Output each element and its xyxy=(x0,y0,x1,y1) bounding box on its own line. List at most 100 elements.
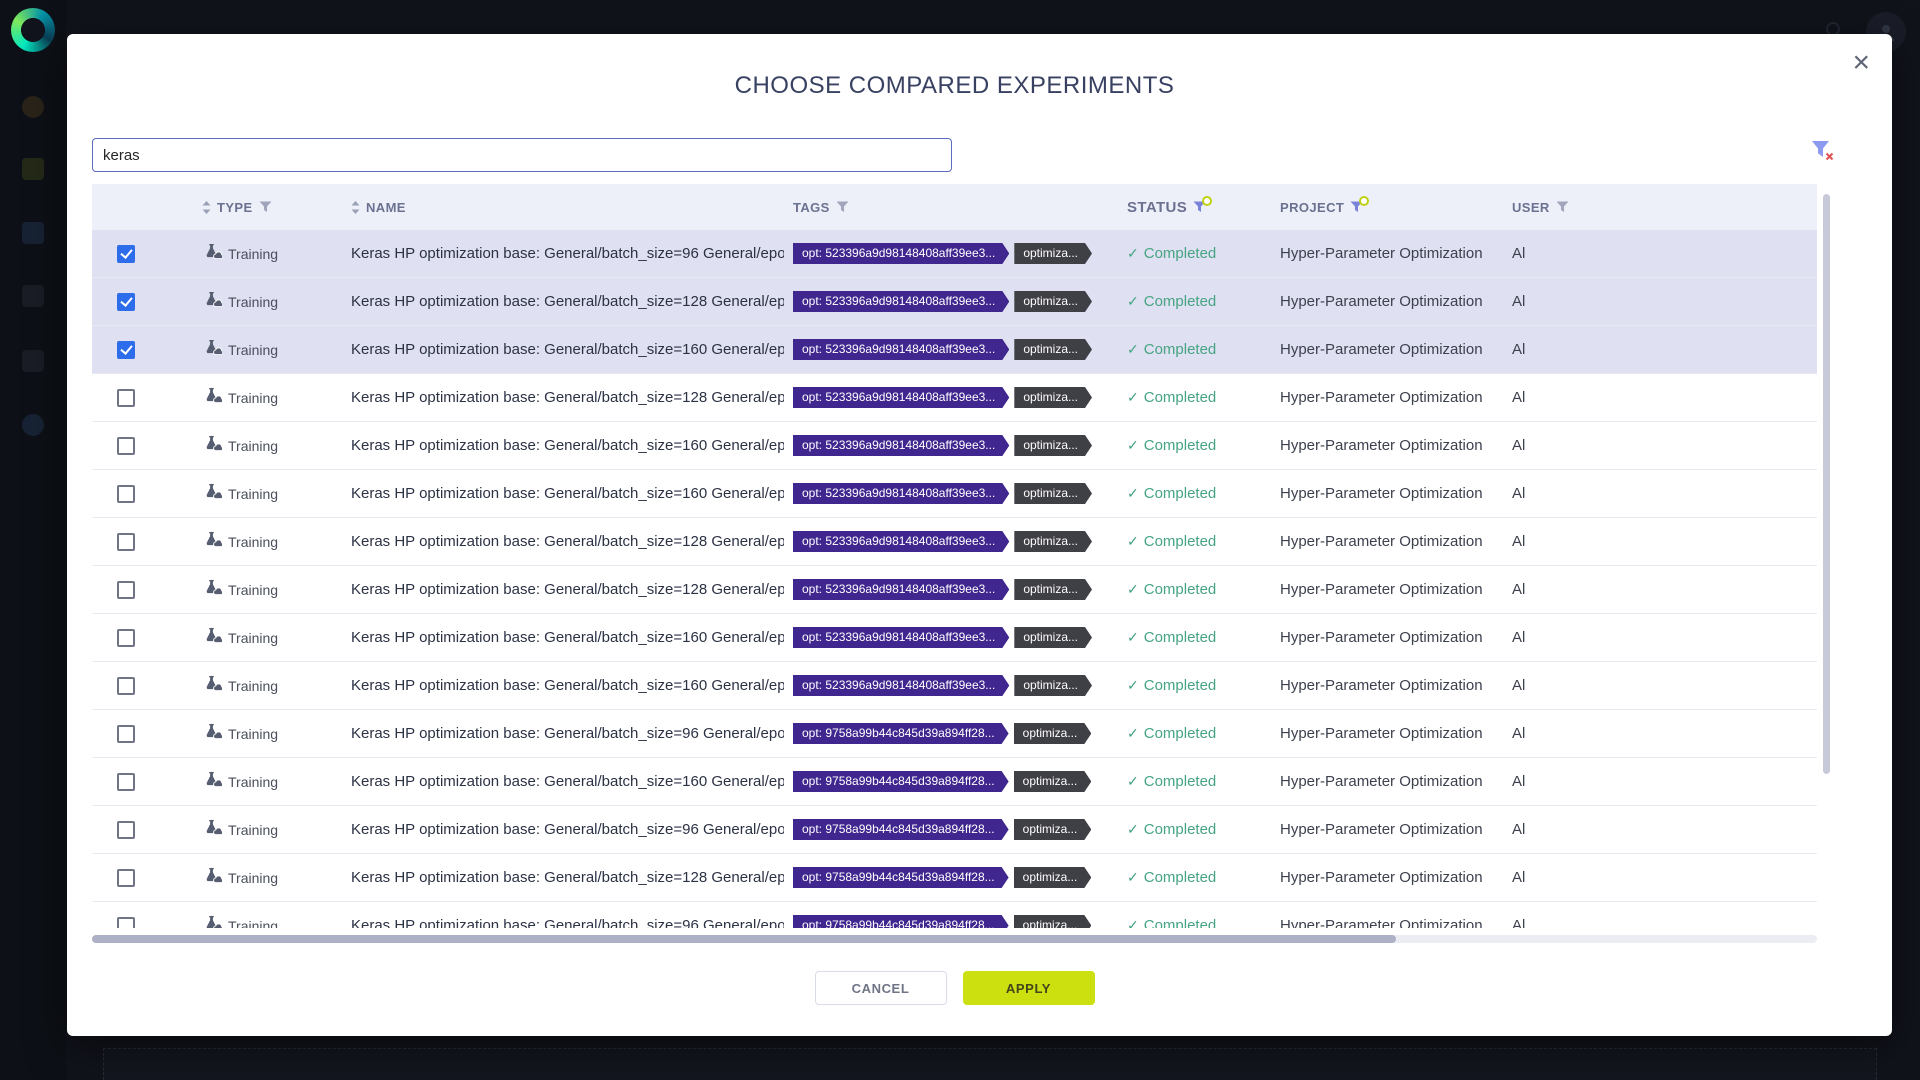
row-checkbox[interactable] xyxy=(117,341,135,359)
status-check-icon: ✓ xyxy=(1127,341,1139,358)
row-tag-id[interactable]: opt: 523396a9d98148408aff39ee3... xyxy=(793,435,1009,456)
row-checkbox[interactable] xyxy=(117,485,135,503)
column-header-project[interactable]: PROJECT xyxy=(1280,200,1344,215)
row-tag-id[interactable]: opt: 523396a9d98148408aff39ee3... xyxy=(793,339,1009,360)
row-user: Al xyxy=(1512,677,1525,694)
row-checkbox[interactable] xyxy=(117,581,135,599)
table-row[interactable]: Training Keras HP optimization base: Gen… xyxy=(92,470,1817,518)
filter-icon-type[interactable] xyxy=(259,201,272,213)
clear-filters-icon[interactable] xyxy=(1811,140,1835,167)
status-check-icon: ✓ xyxy=(1127,437,1139,454)
row-tag-id[interactable]: opt: 523396a9d98148408aff39ee3... xyxy=(793,579,1009,600)
row-tag-id[interactable]: opt: 523396a9d98148408aff39ee3... xyxy=(793,387,1009,408)
column-header-name[interactable]: NAME xyxy=(366,200,406,215)
row-tag-optimization[interactable]: optimiza... xyxy=(1014,243,1092,264)
experiments-table: TYPE NAME TAGS STATUS xyxy=(92,184,1817,928)
filter-icon-status[interactable] xyxy=(1193,201,1206,213)
filter-icon-tags[interactable] xyxy=(836,201,849,213)
row-user: Al xyxy=(1512,293,1525,310)
table-row[interactable]: Training Keras HP optimization base: Gen… xyxy=(92,662,1817,710)
close-icon[interactable]: × xyxy=(1852,48,1870,78)
row-tag-id[interactable]: opt: 9758a99b44c845d39a894ff28... xyxy=(793,915,1009,928)
column-header-user[interactable]: USER xyxy=(1512,200,1550,215)
table-row[interactable]: Training Keras HP optimization base: Gen… xyxy=(92,854,1817,902)
row-tag-id[interactable]: opt: 523396a9d98148408aff39ee3... xyxy=(793,291,1009,312)
table-row[interactable]: Training Keras HP optimization base: Gen… xyxy=(92,806,1817,854)
row-checkbox[interactable] xyxy=(117,533,135,551)
row-tag-optimization[interactable]: optimiza... xyxy=(1014,915,1092,928)
table-row[interactable]: Training Keras HP optimization base: Gen… xyxy=(92,326,1817,374)
horizontal-scrollbar-thumb[interactable] xyxy=(92,935,1396,943)
dialog-footer: CANCEL APPLY xyxy=(92,971,1817,1005)
table-row[interactable]: Training Keras HP optimization base: Gen… xyxy=(92,614,1817,662)
row-checkbox[interactable] xyxy=(117,725,135,743)
row-name: Keras HP optimization base: General/batc… xyxy=(351,245,784,262)
column-header-type[interactable]: TYPE xyxy=(217,200,253,215)
row-tag-optimization[interactable]: optimiza... xyxy=(1014,531,1092,552)
row-tag-id[interactable]: opt: 9758a99b44c845d39a894ff28... xyxy=(793,771,1009,792)
table-row[interactable]: Training Keras HP optimization base: Gen… xyxy=(92,374,1817,422)
row-tag-id[interactable]: opt: 523396a9d98148408aff39ee3... xyxy=(793,675,1009,696)
table-row[interactable]: Training Keras HP optimization base: Gen… xyxy=(92,710,1817,758)
table-row[interactable]: Training Keras HP optimization base: Gen… xyxy=(92,422,1817,470)
horizontal-scrollbar-track[interactable] xyxy=(92,935,1817,943)
row-tag-optimization[interactable]: optimiza... xyxy=(1014,627,1092,648)
experiment-type-icon xyxy=(202,723,222,745)
row-tag-id[interactable]: opt: 9758a99b44c845d39a894ff28... xyxy=(793,819,1009,840)
row-checkbox[interactable] xyxy=(117,677,135,695)
filter-icon-user[interactable] xyxy=(1556,201,1569,213)
row-checkbox[interactable] xyxy=(117,821,135,839)
row-tag-id[interactable]: opt: 9758a99b44c845d39a894ff28... xyxy=(793,867,1009,888)
row-checkbox[interactable] xyxy=(117,293,135,311)
row-tag-id[interactable]: opt: 523396a9d98148408aff39ee3... xyxy=(793,627,1009,648)
row-checkbox[interactable] xyxy=(117,629,135,647)
sort-icon-type[interactable] xyxy=(202,201,211,214)
row-tag-id[interactable]: opt: 523396a9d98148408aff39ee3... xyxy=(793,531,1009,552)
row-tag-optimization[interactable]: optimiza... xyxy=(1014,579,1092,600)
row-checkbox[interactable] xyxy=(117,917,135,929)
search-input[interactable] xyxy=(92,138,952,172)
row-tag-optimization[interactable]: optimiza... xyxy=(1014,771,1092,792)
row-checkbox[interactable] xyxy=(117,869,135,887)
row-checkbox[interactable] xyxy=(117,389,135,407)
row-checkbox[interactable] xyxy=(117,437,135,455)
cancel-button[interactable]: CANCEL xyxy=(815,971,947,1005)
row-project: Hyper-Parameter Optimization xyxy=(1280,581,1483,598)
table-row[interactable]: Training Keras HP optimization base: Gen… xyxy=(92,566,1817,614)
row-status-label: Completed xyxy=(1144,293,1217,310)
sort-icon-name[interactable] xyxy=(351,201,360,214)
filter-icon-project[interactable] xyxy=(1350,201,1363,213)
row-tag-id[interactable]: opt: 523396a9d98148408aff39ee3... xyxy=(793,483,1009,504)
row-tag-optimization[interactable]: optimiza... xyxy=(1014,435,1092,456)
status-check-icon: ✓ xyxy=(1127,677,1139,694)
row-type-label: Training xyxy=(228,486,278,502)
table-row[interactable]: Training Keras HP optimization base: Gen… xyxy=(92,902,1817,928)
row-tag-optimization[interactable]: optimiza... xyxy=(1014,339,1092,360)
row-tag-optimization[interactable]: optimiza... xyxy=(1014,675,1092,696)
row-tag-optimization[interactable]: optimiza... xyxy=(1014,483,1092,504)
row-checkbox[interactable] xyxy=(117,245,135,263)
row-tag-optimization[interactable]: optimiza... xyxy=(1014,291,1092,312)
apply-button[interactable]: APPLY xyxy=(963,971,1095,1005)
row-name: Keras HP optimization base: General/batc… xyxy=(351,821,784,838)
row-user: Al xyxy=(1512,533,1525,550)
vertical-scrollbar[interactable] xyxy=(1823,194,1830,774)
row-tag-optimization[interactable]: optimiza... xyxy=(1014,723,1092,744)
row-project: Hyper-Parameter Optimization xyxy=(1280,677,1483,694)
status-check-icon: ✓ xyxy=(1127,581,1139,598)
row-checkbox[interactable] xyxy=(117,773,135,791)
row-name: Keras HP optimization base: General/batc… xyxy=(351,869,784,886)
column-header-status[interactable]: STATUS xyxy=(1127,199,1187,216)
row-tag-id[interactable]: opt: 9758a99b44c845d39a894ff28... xyxy=(793,723,1009,744)
table-row[interactable]: Training Keras HP optimization base: Gen… xyxy=(92,518,1817,566)
row-tag-optimization[interactable]: optimiza... xyxy=(1014,867,1092,888)
column-header-tags[interactable]: TAGS xyxy=(793,200,830,215)
table-row[interactable]: Training Keras HP optimization base: Gen… xyxy=(92,758,1817,806)
table-row[interactable]: Training Keras HP optimization base: Gen… xyxy=(92,278,1817,326)
row-status-label: Completed xyxy=(1144,773,1217,790)
row-tag-id[interactable]: opt: 523396a9d98148408aff39ee3... xyxy=(793,243,1009,264)
row-type-label: Training xyxy=(228,294,278,310)
row-tag-optimization[interactable]: optimiza... xyxy=(1014,387,1092,408)
row-tag-optimization[interactable]: optimiza... xyxy=(1014,819,1092,840)
table-row[interactable]: Training Keras HP optimization base: Gen… xyxy=(92,230,1817,278)
